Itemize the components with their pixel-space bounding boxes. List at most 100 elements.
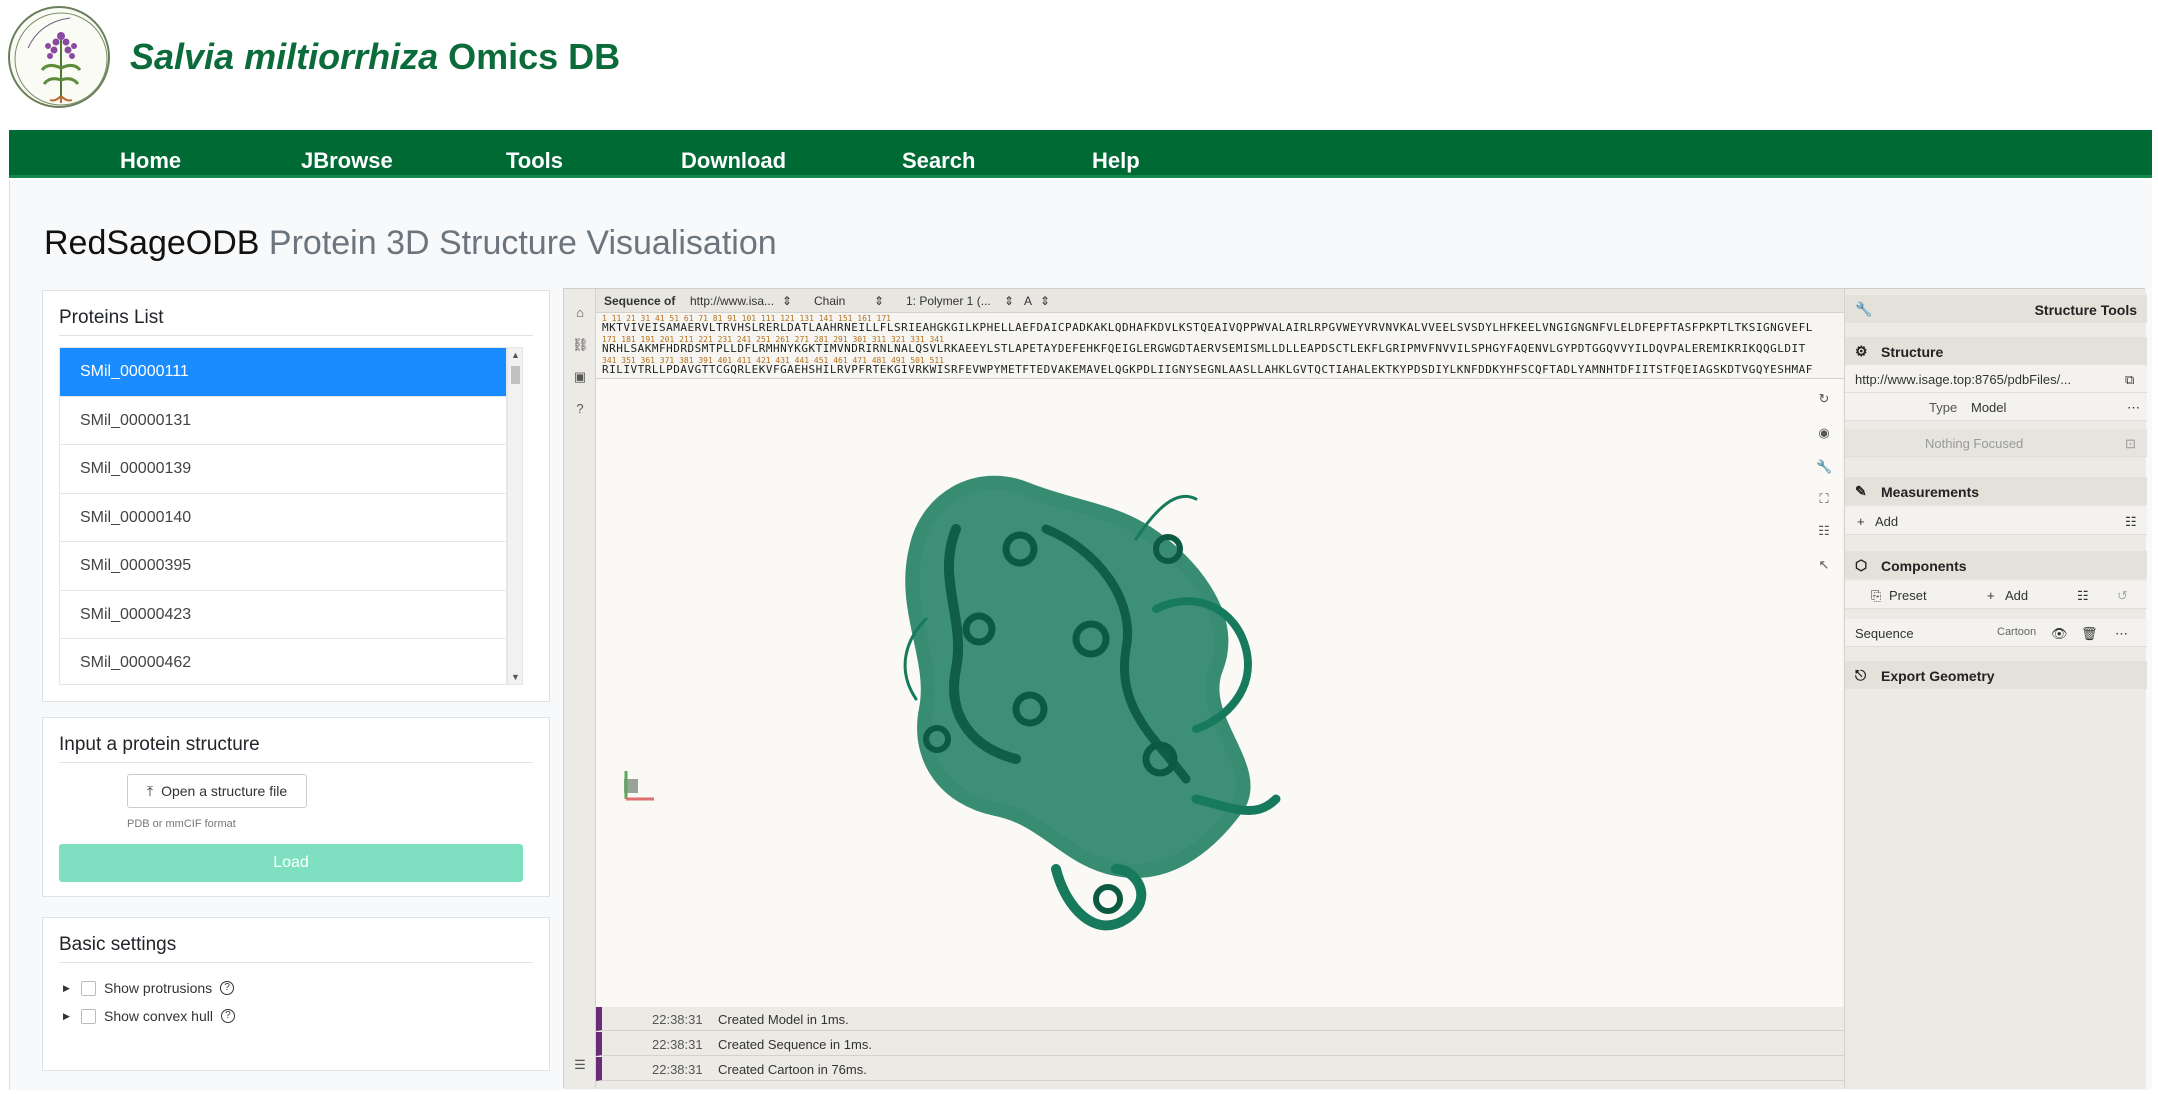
- nav-download[interactable]: Download: [681, 148, 786, 174]
- help-icon[interactable]: ?: [220, 1009, 235, 1023]
- scroll-up-icon[interactable]: ▲: [511, 350, 520, 360]
- viewer-right-icons: ↻ ◉ 🔧 ⛶ ☷ ↖: [1804, 379, 1844, 679]
- nav-jbrowse[interactable]: JBrowse: [301, 148, 393, 174]
- proteins-list[interactable]: SMil_00000111 SMil_00000131 SMil_0000013…: [59, 347, 507, 685]
- component-sequence-label: Sequence: [1855, 626, 1914, 641]
- nav-home[interactable]: Home: [120, 148, 181, 174]
- open-structure-file-button[interactable]: ⤒ Open a structure file: [127, 774, 307, 808]
- input-panel-title: Input a protein structure: [59, 734, 260, 755]
- settings-sliders-icon[interactable]: ☷: [1816, 523, 1832, 539]
- proteins-list-scrollbar[interactable]: ▲ ▼: [507, 347, 523, 685]
- screenshot-icon[interactable]: ◉: [1816, 425, 1832, 441]
- more-icon[interactable]: ⋯: [2115, 626, 2128, 642]
- settings-sliders-icon[interactable]: ☰: [572, 1057, 588, 1073]
- component-sequence-row[interactable]: Sequence Cartoon 👁 🗑 ⋯: [1845, 619, 2147, 647]
- protein-list-item[interactable]: SMil_00000131: [60, 396, 506, 445]
- divider: [59, 335, 533, 336]
- structure-section-header[interactable]: ⚙ Structure: [1845, 337, 2147, 365]
- preset-icon: ⎘: [1871, 588, 1882, 603]
- site-title: Salvia miltiorrhiza Omics DB: [130, 36, 620, 78]
- axis-gizmo: [624, 771, 654, 801]
- settings-sliders-icon[interactable]: ☷: [2077, 588, 2089, 604]
- wrench-icon[interactable]: 🔧: [1816, 459, 1832, 475]
- setting-show-convex-hull: ▶ Show convex hull ?: [63, 1008, 235, 1024]
- nav-search[interactable]: Search: [902, 148, 975, 174]
- visibility-eye-icon[interactable]: 👁: [2051, 626, 2068, 642]
- export-geometry-section-header[interactable]: ⎋ Export Geometry: [1845, 661, 2147, 689]
- nav-tools[interactable]: Tools: [506, 148, 563, 174]
- state-tree-icon[interactable]: ⛓: [572, 337, 589, 353]
- export-icon: ⎋: [1855, 667, 1867, 683]
- protein-list-item[interactable]: SMil_00000462: [60, 639, 506, 684]
- setting-label: Show convex hull: [104, 1008, 213, 1024]
- plus-icon: +: [1987, 588, 1995, 603]
- sequence-mode-select[interactable]: Chain: [814, 294, 845, 308]
- sequence-line[interactable]: MKTVIVEISAMAERVLTRVHSLRERLDATLAAHRNEILLF…: [602, 321, 1813, 334]
- protein-list-item[interactable]: SMil_00000139: [60, 445, 506, 494]
- type-label: Type: [1929, 400, 1958, 415]
- polymer-select[interactable]: 1: Polymer 1 (...: [906, 294, 991, 308]
- focus-row: Nothing Focused ⊡: [1845, 429, 2147, 457]
- nav-help[interactable]: Help: [1092, 148, 1140, 174]
- protein-list-item[interactable]: SMil_00000423: [60, 590, 506, 639]
- more-icon[interactable]: ⋯: [2127, 400, 2140, 416]
- protein-list-item[interactable]: SMil_00000140: [60, 493, 506, 542]
- save-icon[interactable]: ▣: [572, 369, 588, 385]
- basic-settings-panel: Basic settings ▶ Show protrusions ? ▶ Sh…: [42, 917, 550, 1071]
- fullscreen-icon[interactable]: ⛶: [1816, 491, 1832, 507]
- load-button[interactable]: Load: [59, 844, 523, 882]
- scroll-down-icon[interactable]: ▼: [511, 672, 520, 682]
- structure-tools-title: Structure Tools: [2034, 302, 2137, 318]
- component-representation: Cartoon: [1997, 626, 2037, 638]
- history-icon[interactable]: ↺: [2117, 588, 2128, 604]
- molstar-viewer: ⌂ ⛓ ▣ ? ☰ Sequence of http://www.isa... …: [563, 288, 2147, 1089]
- protein-list-item[interactable]: SMil_00000395: [60, 542, 506, 591]
- log-time: 22:38:31: [652, 1012, 703, 1027]
- cube-icon: ⬡: [1855, 557, 1868, 573]
- sequence-line[interactable]: NRHLSAKMFHDRDSMTPLLDFLRMHNYKGKTIMVNDRIRN…: [602, 342, 1806, 355]
- page-title-bold: RedSageODB: [44, 224, 260, 262]
- protein-cartoon-model[interactable]: [596, 379, 1842, 1007]
- scroll-thumb[interactable]: [511, 366, 520, 384]
- viewer-left-toolbar: ⌂ ⛓ ▣ ? ☰: [564, 289, 596, 1089]
- measurements-add-label[interactable]: Add: [1875, 514, 1898, 529]
- type-value[interactable]: Model: [1971, 400, 2006, 415]
- log-row: 22:38:31 Created Model in 1ms.: [596, 1007, 1844, 1031]
- structure-url-row[interactable]: http://www.isage.top:8765/pdbFiles/... ⧉: [1845, 365, 2147, 393]
- setting-label: Show protrusions: [104, 980, 213, 996]
- show-protrusions-checkbox[interactable]: [81, 980, 96, 996]
- components-section-header[interactable]: ⬡ Components: [1845, 551, 2147, 579]
- divider: [59, 762, 533, 763]
- show-convex-hull-checkbox[interactable]: [81, 1008, 96, 1024]
- preset-button[interactable]: Preset: [1889, 588, 1927, 603]
- open-structure-file-label: Open a structure file: [161, 783, 288, 799]
- salvia-logo-icon[interactable]: [8, 6, 110, 108]
- measurements-section-header[interactable]: ✎ Measurements: [1845, 477, 2147, 505]
- expand-caret-icon[interactable]: ▶: [63, 983, 73, 994]
- expand-caret-icon[interactable]: ▶: [63, 1011, 73, 1022]
- site-title-italic: Salvia miltiorrhiza: [130, 36, 439, 77]
- copy-icon[interactable]: ⧉: [2125, 372, 2134, 388]
- focus-target-icon[interactable]: ⊡: [2125, 436, 2136, 452]
- sequence-header: Sequence of http://www.isa... ⇕ Chain ⇕ …: [596, 289, 1912, 313]
- protein-list-item[interactable]: SMil_00000111: [60, 348, 506, 397]
- structure-url[interactable]: http://www.isage.top:8765/pdbFiles/...: [1855, 372, 2071, 387]
- sequence-source-select[interactable]: http://www.isa...: [690, 294, 774, 308]
- chain-select[interactable]: A: [1024, 294, 1032, 308]
- gear-icon: ⚙: [1855, 343, 1868, 359]
- 3d-canvas[interactable]: [596, 379, 1842, 1007]
- help-icon[interactable]: ?: [572, 401, 588, 417]
- reset-camera-icon[interactable]: ↻: [1816, 391, 1832, 407]
- help-icon[interactable]: ?: [220, 981, 235, 995]
- measurements-add-row[interactable]: + Add ☷: [1845, 507, 2147, 535]
- home-icon[interactable]: ⌂: [572, 305, 588, 321]
- sequence-line[interactable]: RILIVTRLLPDAVGTTCGQRLEKVFGAEHSHILRVPFRTE…: [602, 363, 1813, 376]
- log-panel: 22:38:31 Created Model in 1ms. 22:38:31 …: [596, 1007, 1844, 1089]
- ruler-icon: ✎: [1855, 483, 1867, 499]
- pointer-icon[interactable]: ↖: [1816, 557, 1832, 573]
- trash-icon[interactable]: 🗑: [2081, 626, 2098, 642]
- settings-sliders-icon[interactable]: ☷: [2125, 514, 2137, 530]
- sequence-panel[interactable]: 1 11 21 31 41 51 61 71 81 91 101 111 121…: [596, 313, 1912, 379]
- measurements-title: Measurements: [1881, 484, 1980, 500]
- components-add-button[interactable]: Add: [2005, 588, 2028, 603]
